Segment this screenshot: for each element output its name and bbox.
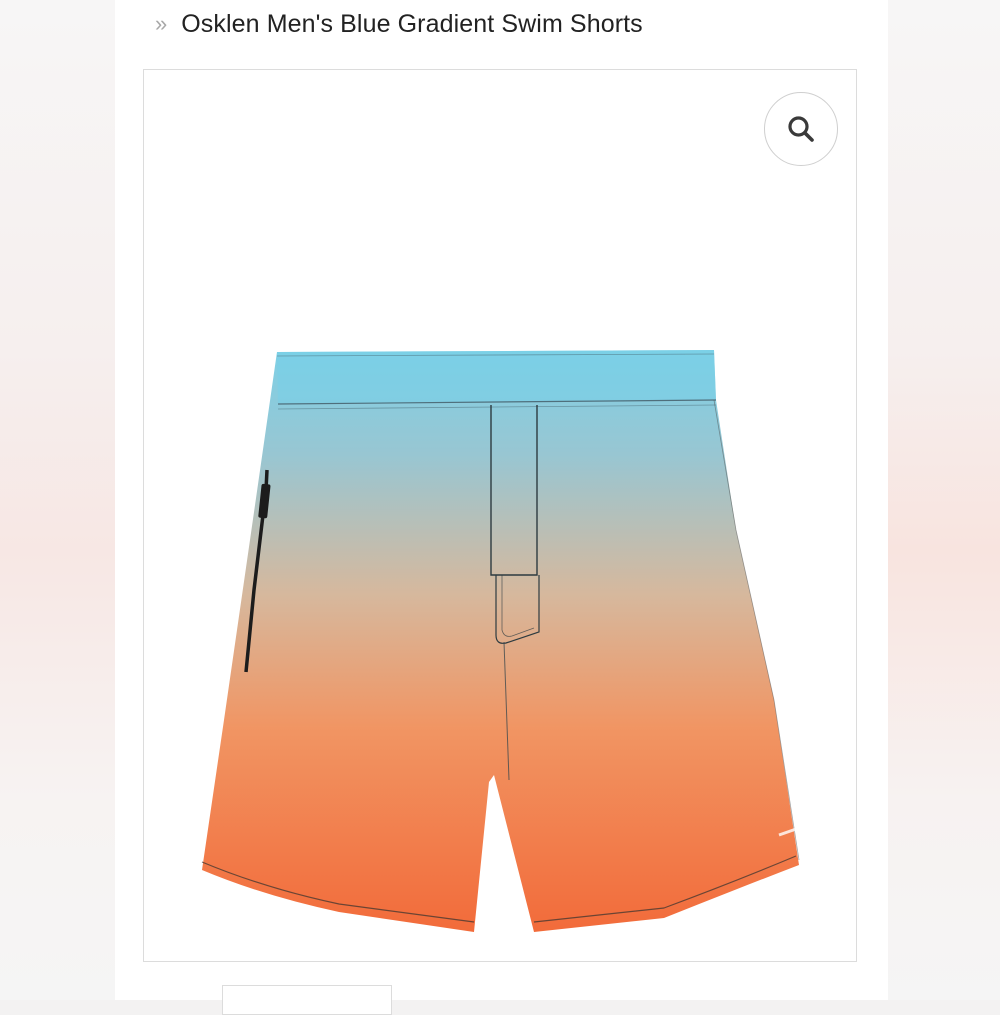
product-image-frame[interactable] — [143, 69, 857, 962]
breadcrumb-separator-icon: » — [155, 11, 168, 36]
search-icon — [788, 116, 814, 142]
product-image — [201, 350, 800, 932]
thumbnail[interactable] — [222, 985, 392, 1015]
breadcrumb: » Osklen Men's Blue Gradient Swim Shorts — [155, 6, 643, 42]
product-panel: » Osklen Men's Blue Gradient Swim Shorts — [115, 0, 888, 1015]
page-background-right — [888, 0, 1000, 1000]
page-background-left — [0, 0, 115, 1000]
zoom-button[interactable] — [764, 92, 838, 166]
page-title: Osklen Men's Blue Gradient Swim Shorts — [181, 9, 643, 38]
